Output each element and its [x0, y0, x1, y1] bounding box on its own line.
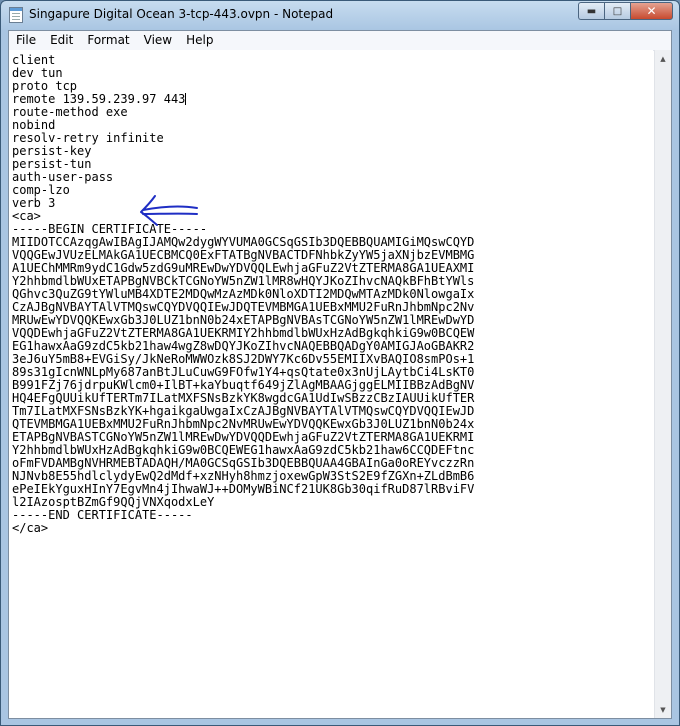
menu-file[interactable]: File — [9, 31, 43, 50]
close-icon: ✕ — [646, 4, 657, 18]
notepad-app-icon[interactable] — [9, 7, 23, 23]
vertical-scrollbar[interactable]: ▲ ▼ — [654, 50, 671, 718]
text-caret — [185, 93, 187, 105]
editor-content[interactable]: client dev tun proto tcp remote 139.59.2… — [9, 50, 653, 535]
menu-format[interactable]: Format — [80, 31, 136, 50]
scroll-down-icon[interactable]: ▼ — [655, 701, 671, 718]
text-after-caret: route-method exe nobind resolv-retry inf… — [12, 105, 475, 535]
window-title: Singapure Digital Ocean 3-tcp-443.ovpn -… — [29, 7, 334, 21]
maximize-button[interactable]: □ — [604, 2, 630, 20]
menu-bar: File Edit Format View Help — [9, 31, 671, 51]
client-area: File Edit Format View Help client dev tu… — [8, 30, 672, 719]
scroll-up-icon[interactable]: ▲ — [655, 50, 671, 67]
minimize-icon: ▬ — [586, 5, 597, 17]
caption-buttons: ▬ □ ✕ — [578, 2, 673, 22]
notepad-window: Singapure Digital Ocean 3-tcp-443.ovpn -… — [0, 0, 680, 726]
text-before-caret: client dev tun proto tcp remote 139.59.2… — [12, 53, 186, 106]
text-editor[interactable]: client dev tun proto tcp remote 139.59.2… — [9, 50, 653, 718]
menu-help[interactable]: Help — [179, 31, 220, 50]
minimize-button[interactable]: ▬ — [578, 2, 604, 20]
maximize-icon: □ — [612, 5, 623, 17]
menu-edit[interactable]: Edit — [43, 31, 80, 50]
menu-view[interactable]: View — [137, 31, 179, 50]
title-bar[interactable]: Singapure Digital Ocean 3-tcp-443.ovpn -… — [1, 1, 679, 29]
close-button[interactable]: ✕ — [630, 2, 673, 20]
hand-drawn-arrow-icon — [140, 195, 198, 226]
